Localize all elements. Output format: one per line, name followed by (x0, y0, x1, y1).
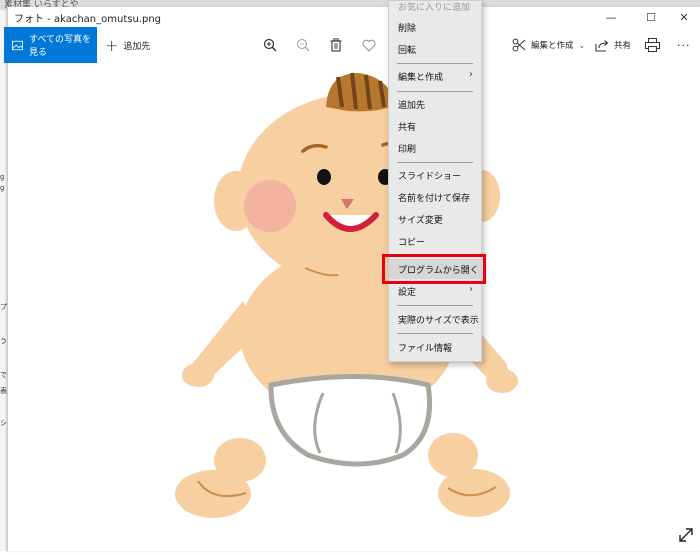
trash-icon (330, 38, 342, 52)
menu-item-add-to[interactable]: 追加先 (389, 94, 481, 114)
menu-item-share[interactable]: 共有 (389, 116, 481, 136)
baby-illustration (175, 72, 518, 518)
add-to-label: 追加先 (123, 41, 151, 52)
print-icon (644, 38, 660, 52)
menu-item-actual-size[interactable]: 実際のサイズで表示 (389, 309, 481, 329)
menu-separator (397, 333, 473, 334)
menu-item-label: コピー (398, 237, 426, 248)
menu-item-slideshow[interactable]: スライドショー (389, 165, 481, 185)
favorite-button[interactable] (359, 35, 379, 55)
menu-item-label: 実際のサイズで表示 (398, 315, 479, 326)
minimize-icon: — (605, 10, 617, 24)
menu-item-label: 編集と作成 (398, 72, 444, 83)
menu-item-add-to-favorites[interactable]: お気に入りに追加 (389, 0, 481, 16)
delete-button[interactable] (326, 35, 346, 55)
menu-item-save-as[interactable]: 名前を付けて保存 (389, 187, 481, 207)
more-icon: ··· (677, 38, 691, 52)
more-button[interactable]: ··· (677, 27, 691, 63)
edit-create-label: 編集と作成 (531, 41, 574, 51)
edge-glyph: g (0, 173, 5, 181)
photo-canvas (8, 63, 700, 551)
menu-item-label: お気に入りに追加 (398, 2, 471, 13)
menu-item-label: サイズ変更 (398, 215, 443, 226)
chevron-down-icon: ⌄ (578, 40, 586, 50)
add-to-button[interactable]: + 追加先 (105, 27, 150, 63)
maximize-button[interactable]: ☐ (634, 7, 668, 27)
highlight-annotation-box (382, 254, 486, 284)
menu-item-label: 設定 (398, 287, 417, 298)
menu-item-copy[interactable]: コピー (389, 231, 481, 251)
edge-glyph: 表 (0, 387, 7, 395)
menu-item-label: 共有 (398, 122, 417, 133)
share-label: 共有 (614, 41, 632, 51)
share-button[interactable]: 共有 (595, 27, 631, 63)
menu-item-label: 追加先 (398, 100, 426, 111)
menu-item-print[interactable]: 印刷 (389, 138, 481, 158)
edge-glyph: で (0, 371, 7, 379)
share-icon (595, 39, 609, 52)
more-options-menu: お気に入りに追加 削除 回転 編集と作成 › 追加先 共有 印刷 スライドショー … (388, 0, 482, 362)
menu-item-settings[interactable]: 設定 › (389, 281, 481, 301)
close-icon: ✕ (679, 10, 689, 24)
window-title: フォト - akachan_omutsu.png (14, 14, 162, 25)
edge-glyph: シ (0, 419, 7, 427)
menu-item-label: 削除 (398, 23, 417, 34)
close-button[interactable]: ✕ (667, 7, 700, 27)
all-photos-label: すべての写真を見る (29, 35, 92, 58)
zoom-out-button[interactable] (293, 35, 313, 55)
menu-separator (397, 305, 473, 306)
menu-item-resize[interactable]: サイズ変更 (389, 209, 481, 229)
edge-glyph: プ (0, 303, 7, 311)
menu-item-label: 印刷 (398, 144, 417, 155)
chevron-right-icon: › (469, 69, 473, 80)
menu-separator (397, 162, 473, 163)
menu-item-edit-create[interactable]: 編集と作成 › (389, 66, 481, 86)
edit-create-button[interactable]: 編集と作成 ⌄ (512, 27, 585, 63)
menu-item-label: ファイル情報 (398, 343, 453, 354)
menu-separator (397, 63, 473, 64)
zoom-in-icon (263, 38, 277, 52)
minimize-button[interactable]: — (594, 7, 628, 27)
plus-icon: + (105, 35, 119, 55)
menu-item-label: 回転 (398, 45, 417, 56)
maximize-icon: ☐ (646, 10, 656, 24)
print-button[interactable] (642, 35, 662, 55)
menu-item-label: 名前を付けて保存 (398, 193, 471, 204)
menu-item-delete[interactable]: 削除 (389, 17, 481, 37)
toolbar: すべての写真を見る + 追加先 編集と作成 ⌄ 共有 ··· (4, 27, 700, 63)
menu-item-label: スライドショー (398, 171, 462, 182)
image-icon (12, 40, 24, 50)
edit-create-icon (512, 38, 526, 52)
photos-window: フォト - akachan_omutsu.png — ☐ ✕ すべての写真を見る… (4, 7, 700, 551)
edge-glyph: う (0, 337, 7, 345)
heart-icon (362, 39, 376, 52)
zoom-in-button[interactable] (260, 35, 280, 55)
zoom-out-icon (296, 38, 310, 52)
menu-separator (397, 91, 473, 92)
chevron-right-icon: › (469, 284, 473, 295)
all-photos-button[interactable]: すべての写真を見る (4, 27, 97, 63)
menu-item-file-info[interactable]: ファイル情報 (389, 337, 481, 357)
full-screen-icon[interactable] (677, 526, 695, 544)
title-bar: フォト - akachan_omutsu.png — ☐ ✕ (8, 7, 700, 27)
menu-item-rotate[interactable]: 回転 (389, 39, 481, 59)
edge-glyph: g (0, 184, 5, 192)
